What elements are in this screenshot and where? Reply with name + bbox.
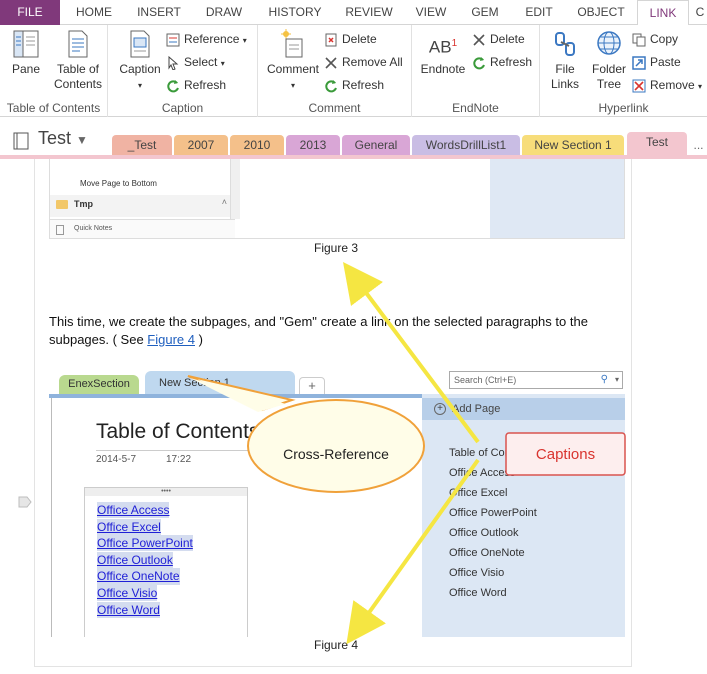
cross-reference-callout-label: Cross-Reference <box>283 446 389 462</box>
annotation-overlay <box>187 262 626 645</box>
captions-annotation-label: Captions <box>535 446 596 463</box>
